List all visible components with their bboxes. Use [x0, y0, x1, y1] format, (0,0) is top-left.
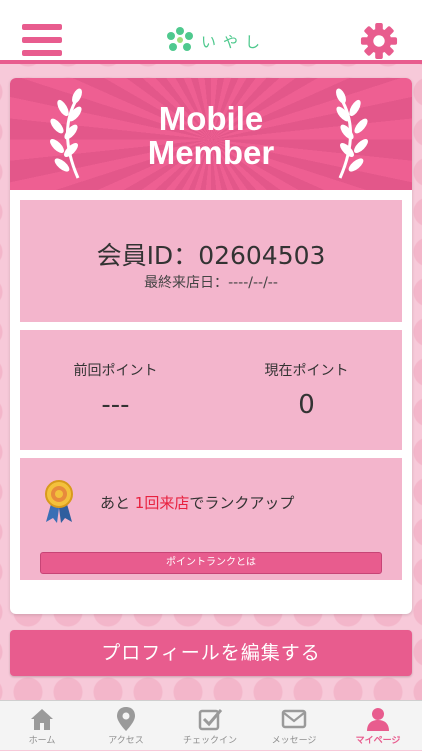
- laurel-right-icon: [336, 88, 368, 179]
- last-visit: 最終来店日：----/--/--: [144, 275, 278, 291]
- point-rank-info-button[interactable]: ポイントランクとは: [40, 552, 382, 574]
- rank-up-message: あと 1回来店でランクアップ: [100, 494, 295, 512]
- member-card: Mobile Member 会員ID：02604503 最終来店日：----/-…: [10, 78, 412, 614]
- edit-profile-button[interactable]: プロフィールを編集する: [10, 630, 412, 676]
- location-pin-icon: [117, 707, 135, 731]
- rank-panel: あと 1回来店でランクアップ ポイントランクとは: [20, 458, 402, 580]
- flower-logo-icon: [167, 27, 193, 51]
- tab-message[interactable]: メッセージ: [252, 701, 336, 751]
- checkin-icon: [198, 709, 223, 731]
- current-points-label: 現在ポイント: [264, 363, 349, 379]
- previous-points: 前回ポイント ---: [20, 360, 211, 420]
- gear-icon[interactable]: [360, 22, 398, 60]
- tab-access[interactable]: アクセス: [84, 701, 168, 751]
- menu-button[interactable]: [22, 24, 62, 58]
- person-icon: [367, 708, 389, 731]
- app-header: いやし: [0, 0, 422, 64]
- medal-icon: [45, 480, 73, 523]
- home-icon: [31, 709, 53, 730]
- member-info-panel: 会員ID：02604503 最終来店日：----/--/--: [20, 200, 402, 322]
- logo-text: いやし: [201, 32, 268, 51]
- hamburger-menu-icon: [22, 24, 62, 30]
- bottom-tab-bar: ホーム アクセス チェックイン メッセージ マイページ: [0, 700, 422, 750]
- tab-checkin[interactable]: チェックイン: [168, 701, 252, 751]
- previous-points-value: ---: [101, 390, 130, 420]
- previous-points-label: 前回ポイント: [73, 363, 158, 379]
- tab-home[interactable]: ホーム: [0, 701, 84, 751]
- current-points-value: 0: [298, 390, 315, 420]
- points-panel: 前回ポイント --- 現在ポイント 0: [20, 330, 402, 450]
- current-points: 現在ポイント 0: [211, 360, 402, 420]
- member-id: 会員ID：02604503: [96, 241, 326, 270]
- remaining-visits: 1回来店: [134, 494, 190, 512]
- app-logo: いやし: [165, 26, 267, 56]
- mobile-member-banner: Mobile Member: [10, 78, 412, 190]
- tab-mypage[interactable]: マイページ: [336, 701, 420, 751]
- mail-icon: [281, 709, 307, 729]
